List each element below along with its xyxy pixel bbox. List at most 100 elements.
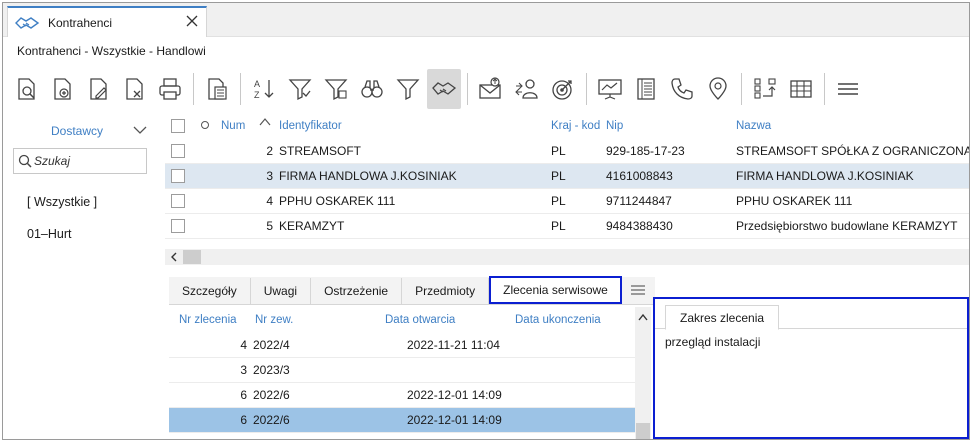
toolbar-separator [824, 73, 825, 105]
vertical-scrollbar[interactable] [635, 307, 651, 439]
row-checkbox[interactable] [171, 219, 185, 233]
contractors-table: Num Identyfikator Kraj - kod Nip Nazwa 2… [165, 113, 969, 239]
edit-button[interactable] [81, 69, 115, 109]
cell-num: 5 [266, 219, 273, 233]
preview-button[interactable] [9, 69, 43, 109]
delete-button[interactable] [117, 69, 151, 109]
cell-nr-zew: 2023/3 [253, 363, 290, 377]
column-identyfikator[interactable]: Identyfikator [279, 120, 342, 132]
tab-przedmioty[interactable]: Przedmioty [402, 278, 490, 304]
cell-data-otwarcia: 2022-12-01 14:09 [407, 413, 502, 427]
mail-button[interactable] [474, 69, 508, 109]
cell-data-otwarcia: 2022-11-21 11:04 [407, 338, 500, 352]
preview-icon [18, 78, 35, 100]
group-dropdown[interactable]: Dostawcy [15, 121, 147, 141]
chevron-up-icon[interactable] [638, 313, 648, 321]
table-row[interactable]: 2 STREAMSOFT PL 929-185-17-23 STREAMSOFT… [165, 139, 969, 164]
handshake-icon [432, 82, 457, 95]
scope-text[interactable]: przegląd instalacji [665, 335, 760, 349]
calculate-button[interactable] [200, 69, 234, 109]
column-num[interactable]: Num [221, 120, 245, 132]
list-item[interactable]: 4 2022/4 2022-11-21 11:04 [169, 333, 635, 358]
breadcrumb: Kontrahenci - Wszystkie - Handlowi [17, 44, 206, 58]
column-nip[interactable]: Nip [606, 120, 623, 132]
funnel-icon [396, 79, 420, 101]
tab-szczegoly[interactable]: Szczegóły [169, 278, 251, 304]
presentation-button[interactable] [593, 69, 627, 109]
group-panel: Dostawcy [ Wszystkie ] 01–Hurt [3, 113, 158, 439]
scrollbar-thumb[interactable] [636, 423, 650, 439]
filter-button[interactable] [283, 69, 317, 109]
tab-menu-icon[interactable] [629, 283, 647, 297]
table-row[interactable]: 4 PPHU OSKAREK 111 PL 9711244847 PPHU OS… [165, 189, 969, 214]
close-icon[interactable] [184, 13, 200, 29]
table-button[interactable] [784, 69, 818, 109]
tab-kontrahenci[interactable]: Kontrahenci [7, 6, 207, 37]
cell-data-otwarcia: 2022-12-01 14:09 [407, 388, 502, 402]
toolbar-separator [741, 73, 742, 105]
column-nr-zlecenia[interactable]: Nr zlecenia [179, 314, 237, 326]
table-row[interactable]: 5 KERAMZYT PL 9484388430 Przedsiębiorstw… [165, 214, 969, 239]
cell-num: 4 [266, 194, 273, 208]
cell-kraj: PL [551, 169, 566, 183]
tab-uwagi[interactable]: Uwagi [251, 278, 312, 304]
toolbar: AZ [3, 65, 969, 113]
cell-identyfikator: KERAMZYT [279, 219, 345, 233]
funnel-button[interactable] [391, 69, 425, 109]
tab-zakres-zlecenia[interactable]: Zakres zlecenia [665, 305, 780, 330]
cell-nazwa: FIRMA HANDLOWA J.KOSINIAK [736, 169, 914, 183]
ledger-button[interactable] [629, 69, 663, 109]
add-button[interactable] [45, 69, 79, 109]
tab-title: Kontrahenci [48, 15, 113, 30]
search-input[interactable] [34, 154, 134, 168]
column-data-otwarcia[interactable]: Data otwarcia [385, 314, 455, 326]
select-all-checkbox[interactable] [171, 119, 185, 133]
category-hurt[interactable]: 01–Hurt [27, 227, 71, 241]
calculator-doc-icon [208, 78, 227, 100]
filter-clear-icon [324, 79, 348, 101]
find-button[interactable] [355, 69, 389, 109]
target-icon [552, 80, 572, 100]
chevron-left-icon[interactable] [169, 251, 179, 263]
list-item[interactable]: 3 2023/3 [169, 358, 635, 383]
scope-tab-bar: Zakres zlecenia [655, 299, 967, 330]
svg-text:Z: Z [254, 90, 260, 100]
phone-button[interactable] [665, 69, 699, 109]
tab-ostrzezenie[interactable]: Ostrzeżenie [311, 278, 403, 304]
detail-tabs: Szczegóły Uwagi Ostrzeżenie Przedmioty Z… [169, 276, 655, 305]
presentation-icon [598, 79, 622, 100]
more-button[interactable] [831, 69, 865, 109]
edit-doc-icon [90, 78, 107, 100]
cell-nip: 4161008843 [606, 169, 673, 183]
scrollbar-thumb[interactable] [183, 250, 201, 264]
sort-az-icon: AZ [254, 79, 274, 100]
sort-ascending-icon [259, 118, 271, 126]
people-button[interactable] [510, 69, 544, 109]
location-button[interactable] [701, 69, 735, 109]
contractors-button[interactable] [427, 69, 461, 109]
target-button[interactable] [546, 69, 580, 109]
row-checkbox[interactable] [171, 194, 185, 208]
row-checkbox[interactable] [171, 144, 185, 158]
tab-zlecenia-serwisowe[interactable]: Zlecenia serwisowe [489, 276, 622, 304]
column-nr-zew[interactable]: Nr zew. [255, 314, 293, 326]
service-orders-table: Nr zlecenia Nr zew. Data otwarcia Data u… [169, 307, 635, 439]
sort-button[interactable]: AZ [247, 69, 281, 109]
add-doc-icon [54, 78, 71, 100]
column-kraj-kod[interactable]: Kraj - kod [551, 120, 600, 132]
horizontal-scrollbar[interactable] [165, 249, 969, 265]
table-row[interactable]: 3 FIRMA HANDLOWA J.KOSINIAK PL 416100884… [165, 164, 969, 189]
row-checkbox[interactable] [171, 169, 185, 183]
list-item[interactable]: 6 2022/6 2022-12-01 14:09 [169, 408, 635, 433]
category-all[interactable]: [ Wszystkie ] [27, 195, 97, 209]
cell-nr-zlecenia: 6 [240, 388, 247, 402]
cell-nr-zlecenia: 6 [240, 413, 247, 427]
transfer-button[interactable] [748, 69, 782, 109]
column-nazwa[interactable]: Nazwa [736, 120, 771, 132]
toolbar-separator [240, 73, 241, 105]
cell-nazwa: PPHU OSKAREK 111 [736, 194, 853, 208]
filter-clear-button[interactable] [319, 69, 353, 109]
print-button[interactable] [153, 69, 187, 109]
list-item[interactable]: 6 2022/6 2022-12-01 14:09 [169, 383, 635, 408]
column-data-ukonczenia[interactable]: Data ukonczenia [515, 314, 601, 326]
